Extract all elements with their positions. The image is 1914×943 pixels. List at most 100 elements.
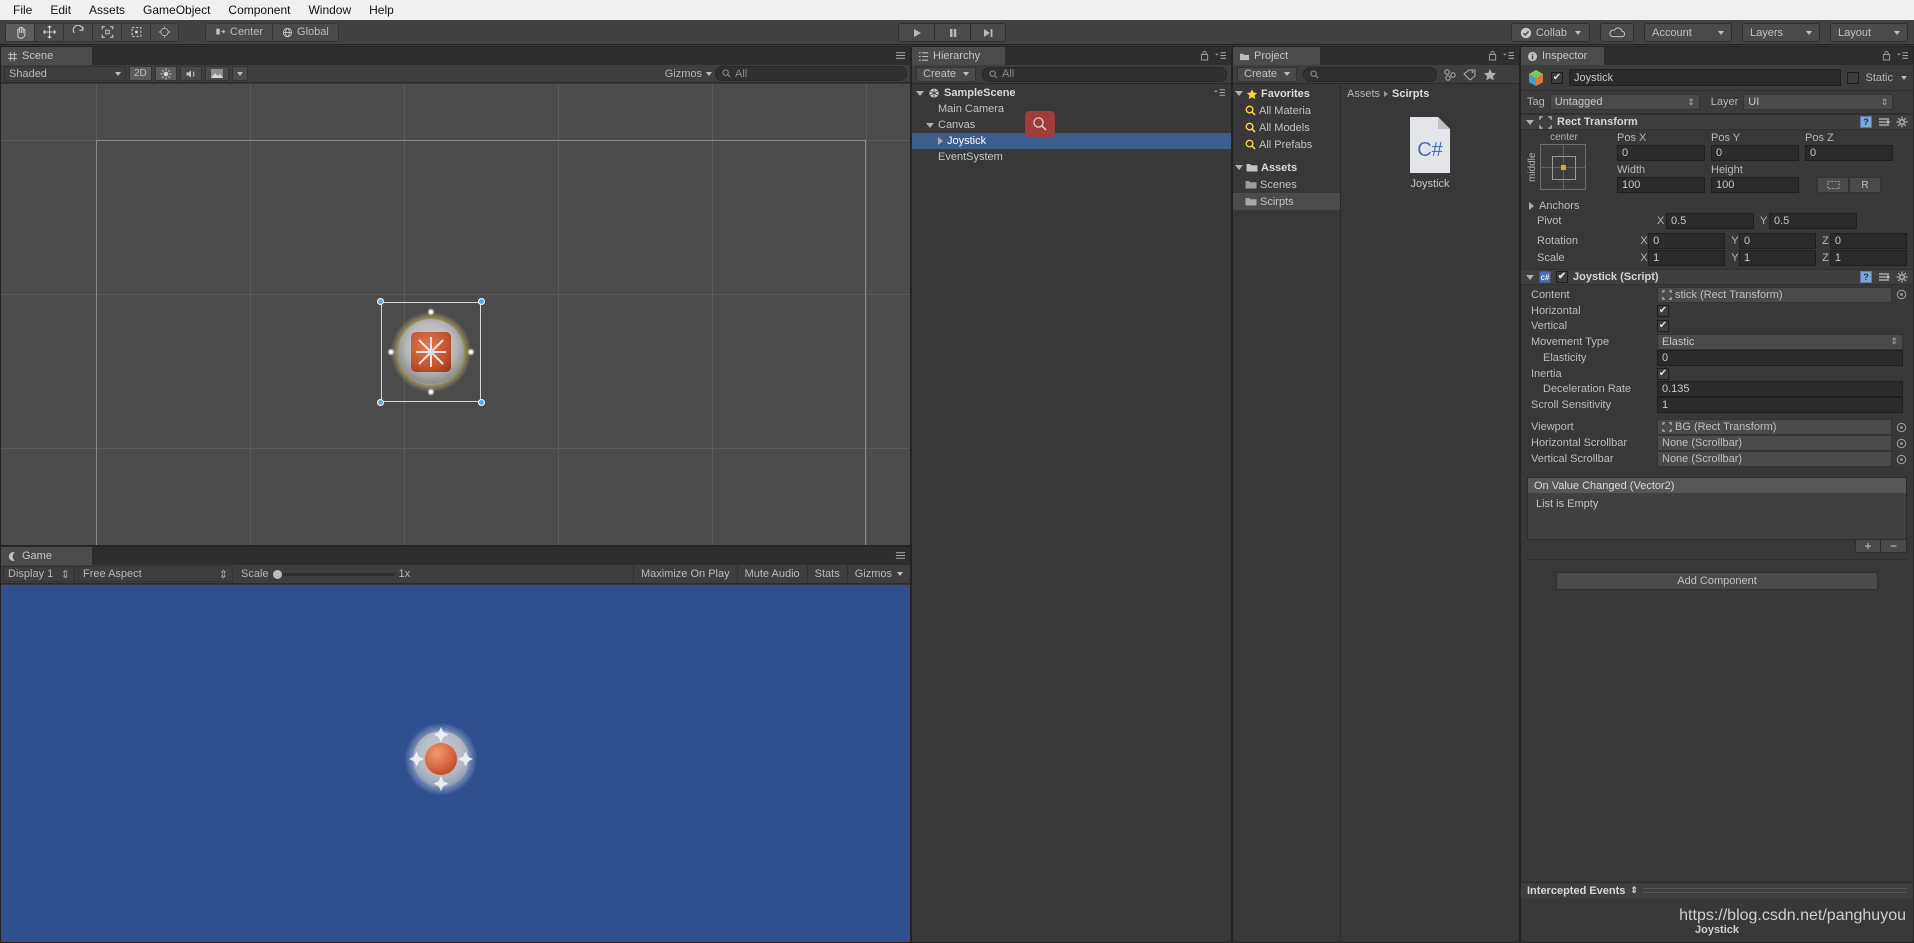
project-tree-all-models[interactable]: All Models <box>1233 119 1340 136</box>
object-picker-icon[interactable] <box>1896 289 1907 300</box>
drag-divider[interactable] <box>1642 888 1907 893</box>
gear-icon[interactable] <box>1896 271 1908 283</box>
lock-icon[interactable] <box>1882 50 1891 61</box>
scene-search-input[interactable]: All <box>715 66 907 81</box>
joystick-script-enabled-checkbox[interactable] <box>1556 271 1568 283</box>
chevron-down-icon[interactable] <box>926 122 934 128</box>
pos-z-field[interactable]: 0 <box>1805 145 1893 161</box>
breadcrumb-scirpts[interactable]: Scirpts <box>1392 88 1429 100</box>
menu-item-gameobject[interactable]: GameObject <box>134 1 219 19</box>
chevron-right-icon[interactable] <box>1529 201 1534 210</box>
asset-item-joystick[interactable]: C# Joystick <box>1390 116 1470 190</box>
resize-handle-tr[interactable] <box>478 298 485 305</box>
event-remove-button[interactable]: − <box>1881 539 1907 553</box>
rotate-tool-icon[interactable] <box>63 22 92 42</box>
account-dropdown[interactable]: Account <box>1644 23 1732 42</box>
hierarchy-search-input[interactable]: All <box>982 66 1227 82</box>
pos-y-field[interactable]: 0 <box>1711 145 1799 161</box>
menu-item-file[interactable]: File <box>4 1 41 19</box>
project-tree-all-materials[interactable]: All Materia <box>1233 102 1340 119</box>
pivot-x-field[interactable]: 0.5 <box>1666 212 1754 229</box>
sort-toggle-icon[interactable]: ⇕ <box>1630 885 1638 896</box>
space-mode-button[interactable]: Global <box>272 22 339 42</box>
tab-inspector[interactable]: Inspector <box>1521 47 1605 65</box>
event-add-button[interactable]: + <box>1855 539 1881 553</box>
pivot-y-field[interactable]: 0.5 <box>1769 212 1857 229</box>
menu-hamburger-icon[interactable] <box>1214 50 1227 61</box>
collab-button[interactable]: Collab <box>1510 23 1590 42</box>
rotation-z-field[interactable]: 0 <box>1829 232 1908 249</box>
play-button[interactable] <box>898 23 934 42</box>
viewport-object-field[interactable]: BG (Rect Transform) <box>1657 419 1892 435</box>
layer-dropdown[interactable]: UI ⇕ <box>1743 94 1894 110</box>
preset-icon[interactable] <box>1878 116 1890 128</box>
project-search-input[interactable] <box>1303 66 1438 82</box>
chevron-right-icon[interactable] <box>938 137 943 145</box>
filter-by-label-icon[interactable] <box>1463 68 1477 81</box>
object-name-field[interactable]: Joystick <box>1569 69 1842 86</box>
menu-item-assets[interactable]: Assets <box>80 1 134 19</box>
step-button[interactable] <box>970 23 1006 42</box>
game-viewport[interactable] <box>1 585 910 942</box>
tag-dropdown[interactable]: Untagged ⇕ <box>1549 94 1700 110</box>
project-tree-scenes[interactable]: Scenes <box>1233 176 1340 193</box>
inertia-checkbox[interactable] <box>1657 367 1669 380</box>
elasticity-field[interactable]: 0 <box>1657 350 1903 366</box>
vertical-scrollbar-field[interactable]: None (Scrollbar) <box>1657 451 1892 467</box>
maximize-on-play-toggle[interactable]: Maximize On Play <box>632 564 737 584</box>
project-tree-assets[interactable]: Assets <box>1233 159 1340 176</box>
gear-icon[interactable] <box>1896 116 1908 128</box>
aspect-dropdown[interactable]: Free Aspect ⇕ <box>78 566 233 582</box>
filter-by-type-icon[interactable] <box>1443 68 1457 81</box>
menu-item-component[interactable]: Component <box>219 1 299 19</box>
component-header-joystick-script[interactable]: c# Joystick (Script) ? <box>1521 269 1913 285</box>
chevron-down-icon[interactable] <box>1526 274 1534 280</box>
hierarchy-create-button[interactable]: Create <box>916 66 977 82</box>
lighting-toggle-icon[interactable] <box>154 66 177 81</box>
pos-x-field[interactable]: 0 <box>1617 145 1705 161</box>
menu-hamburger-icon[interactable] <box>895 550 906 561</box>
scale-y-field[interactable]: 1 <box>1738 249 1817 266</box>
pivot-mode-button[interactable]: Center <box>205 22 273 42</box>
project-create-button[interactable]: Create <box>1237 66 1298 82</box>
menu-item-edit[interactable]: Edit <box>41 1 80 19</box>
move-tool-icon[interactable] <box>34 22 63 42</box>
tab-game[interactable]: Game <box>1 547 93 565</box>
audio-toggle-icon[interactable] <box>179 66 202 81</box>
chevron-down-icon[interactable] <box>916 90 924 96</box>
hierarchy-item-canvas[interactable]: Canvas <box>912 117 1231 133</box>
project-tree-favorites[interactable]: Favorites <box>1233 85 1340 102</box>
cloud-button[interactable] <box>1600 23 1634 42</box>
horizontal-checkbox[interactable] <box>1657 304 1669 317</box>
blueprint-mode-button[interactable]: R <box>1849 177 1881 193</box>
rotation-y-field[interactable]: 0 <box>1738 232 1817 249</box>
scene-viewport[interactable] <box>1 84 910 545</box>
lock-icon[interactable] <box>1200 50 1209 61</box>
vertical-checkbox[interactable] <box>1657 319 1669 332</box>
object-picker-icon[interactable] <box>1896 438 1907 449</box>
object-picker-icon[interactable] <box>1896 454 1907 465</box>
static-checkbox[interactable] <box>1847 71 1860 84</box>
tab-scene[interactable]: Scene <box>1 47 93 65</box>
hierarchy-item-main-camera[interactable]: Main Camera <box>912 101 1231 117</box>
layout-dropdown[interactable]: Layout <box>1830 23 1908 42</box>
preset-icon[interactable] <box>1878 271 1890 283</box>
fx-toggle-icon[interactable] <box>204 66 229 81</box>
mute-audio-toggle[interactable]: Mute Audio <box>736 564 807 584</box>
raw-edit-mode-icon[interactable] <box>1817 177 1849 193</box>
scale-z-field[interactable]: 1 <box>1829 249 1908 266</box>
chevron-down-icon[interactable] <box>1526 119 1534 125</box>
menu-item-help[interactable]: Help <box>360 1 403 19</box>
resize-handle-bl[interactable] <box>377 399 384 406</box>
horizontal-scrollbar-field[interactable]: None (Scrollbar) <box>1657 435 1892 451</box>
chevron-down-icon[interactable] <box>1901 75 1907 80</box>
anchor-preset-button[interactable] <box>1540 144 1586 190</box>
game-gizmos-dropdown[interactable]: Gizmos <box>846 564 910 584</box>
chevron-down-icon[interactable] <box>1235 165 1243 170</box>
display-dropdown[interactable]: Display 1 ⇕ <box>3 566 75 582</box>
scene-joystick-object[interactable] <box>377 298 485 406</box>
help-icon[interactable]: ? <box>1860 116 1872 128</box>
scale-slider[interactable] <box>272 568 395 580</box>
stats-toggle[interactable]: Stats <box>806 564 847 584</box>
fx-dropdown[interactable] <box>231 66 248 81</box>
